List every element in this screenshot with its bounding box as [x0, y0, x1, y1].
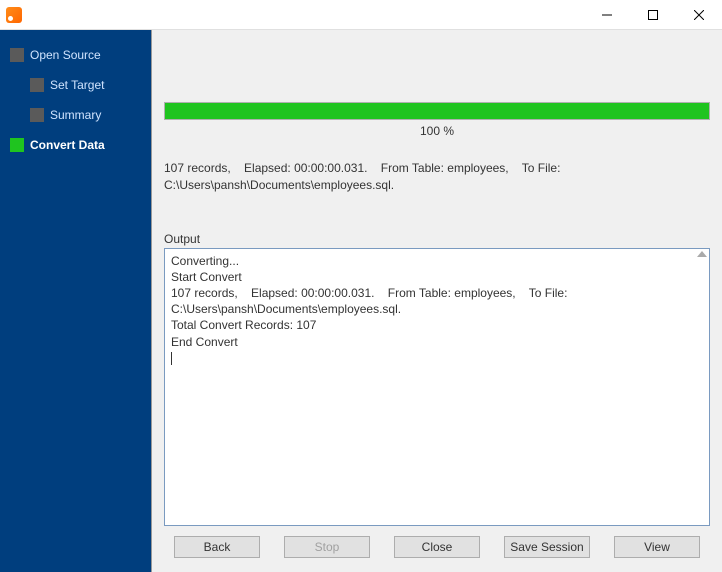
sidebar-item-summary[interactable]: Summary [0, 100, 151, 130]
progress-percent-label: 100 % [164, 124, 710, 138]
close-window-button[interactable] [676, 0, 722, 29]
summary-text: 107 records, Elapsed: 00:00:00.031. From… [164, 160, 710, 194]
sidebar-item-set-target[interactable]: Set Target [0, 70, 151, 100]
view-button[interactable]: View [614, 536, 700, 558]
button-row: Back Stop Close Save Session View [164, 526, 710, 564]
step-box-icon [30, 108, 44, 122]
maximize-button[interactable] [630, 0, 676, 29]
progress-bar-fill [165, 103, 709, 119]
sidebar-item-convert-data[interactable]: Convert Data [0, 130, 151, 160]
sidebar-item-label: Set Target [50, 78, 104, 92]
sidebar-item-label: Summary [50, 108, 101, 122]
progress-bar [164, 102, 710, 120]
step-box-icon [30, 78, 44, 92]
stop-button: Stop [284, 536, 370, 558]
minimize-button[interactable] [584, 0, 630, 29]
save-session-button[interactable]: Save Session [504, 536, 590, 558]
output-label: Output [164, 232, 710, 246]
content-panel: 100 % 107 records, Elapsed: 00:00:00.031… [151, 30, 722, 572]
titlebar [0, 0, 722, 30]
text-caret [171, 352, 172, 365]
back-button[interactable]: Back [174, 536, 260, 558]
sidebar-item-label: Open Source [30, 48, 101, 62]
step-box-icon [10, 138, 24, 152]
output-text: Converting... Start Convert 107 records,… [171, 254, 571, 349]
sidebar-item-label: Convert Data [30, 138, 105, 152]
wizard-sidebar: Open Source Set Target Summary Convert D… [0, 30, 151, 572]
close-button[interactable]: Close [394, 536, 480, 558]
step-box-icon [10, 48, 24, 62]
app-icon [6, 7, 22, 23]
output-textarea[interactable]: Converting... Start Convert 107 records,… [164, 248, 710, 526]
sidebar-item-open-source[interactable]: Open Source [0, 40, 151, 70]
